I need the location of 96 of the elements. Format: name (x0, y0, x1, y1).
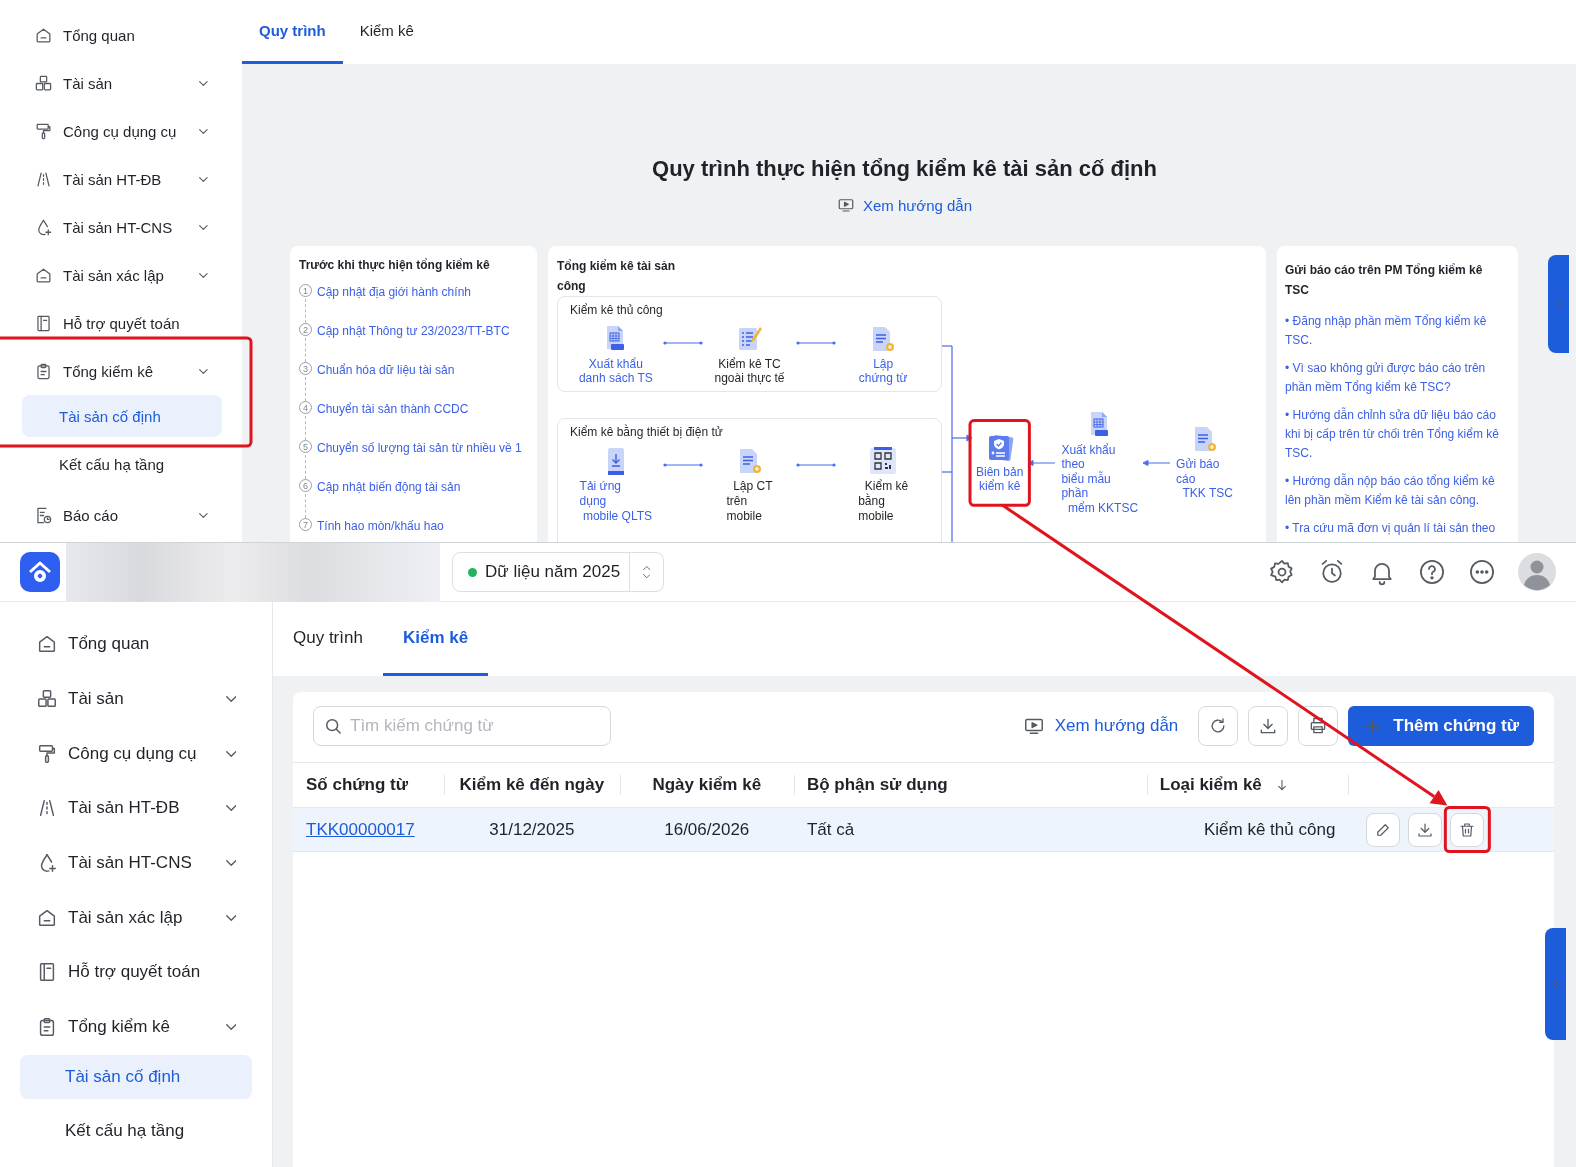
refresh-button[interactable] (1198, 706, 1239, 746)
tab[interactable]: Quy trình (293, 602, 383, 676)
video-screen-icon (836, 196, 855, 214)
paint-roller-icon (36, 742, 58, 765)
chevron-left-icon (1553, 980, 1558, 988)
step-label: Kiểm kê TC ngoài thực tế (714, 357, 785, 386)
group-title: Kiểm kê bằng thiết bị điện tử (570, 425, 724, 439)
sidebar-item[interactable]: Báo cáo (0, 491, 242, 539)
help-link[interactable]: • Hướng dẫn nộp báo cáo tổng kiểm kê lên phần mềm Kiểm kê tài sản công. (1285, 472, 1500, 510)
collapse-handle[interactable] (1545, 928, 1566, 1040)
card-title: Gửi báo cáo trên PM Tổng kiểm kê TSC (1285, 262, 1484, 299)
step-label: Kiểm kê bằng mobile (858, 479, 909, 524)
table-cell: 31/12/2025 (444, 807, 620, 852)
sidebar-item[interactable]: Hỗ trợ quyết toán (0, 945, 272, 1000)
sidebar-item[interactable]: Hỗ trợ quyết toán (0, 299, 242, 347)
clipboard-icon (34, 361, 53, 381)
submenu-item[interactable]: Kết cấu hạ tầng (22, 443, 222, 485)
sidebar-item[interactable]: Tài sản HT-ĐB (0, 781, 272, 836)
status-dot (468, 567, 477, 577)
paint-roller-icon (34, 121, 53, 141)
sidebar-item[interactable]: Tài sản (0, 59, 242, 107)
more-icon (1468, 558, 1496, 586)
column-header[interactable]: Kiểm kê đến ngày (459, 775, 605, 795)
sidebar-item[interactable]: Công cụ dụng cụ (0, 726, 272, 782)
card-title: Trước khi thực hiện tổng kiểm kê (299, 258, 491, 272)
card-title: Tổng kiểm kê tài sản công (557, 258, 677, 295)
table-cell: 16/06/2026 (619, 807, 794, 852)
step-link[interactable]: Xuất khẩu theo biểu mẫu phần mểm KKTSC (1061, 443, 1139, 515)
print-button[interactable] (1298, 706, 1339, 746)
delete-button[interactable] (1450, 812, 1485, 847)
sidebar-item[interactable]: Tài sản xác lập (0, 251, 242, 299)
avatar (1518, 553, 1556, 591)
column-header[interactable]: Loại kiểm kê (1159, 775, 1262, 795)
help-link[interactable]: • Tra cứu mã đơn vị quản lí tài sản theo (1285, 519, 1496, 538)
year-selector[interactable]: Dữ liệu năm 2025 (452, 552, 664, 592)
help-link[interactable]: • Hướng dẫn chỉnh sửa dữ liệu báo cáo khi bị cấp trên từ chối trên Tổng kiểm kê TSC. (1285, 406, 1500, 463)
step-link[interactable]: Cập nhật biến động tài sản (317, 479, 461, 495)
step-link[interactable]: Lập chứng từ (858, 357, 908, 386)
trash-icon (1458, 820, 1477, 839)
collapse-handle[interactable] (1548, 255, 1569, 353)
chevron-left-icon (1556, 300, 1561, 308)
sidebar-item[interactable]: Tài sản (0, 671, 272, 727)
column-header[interactable]: Ngày kiểm kê (652, 775, 762, 795)
sidebar-item[interactable]: Tài sản HT-ĐB (0, 155, 242, 203)
sidebar-item[interactable]: Tổng quan (0, 11, 242, 59)
search-field[interactable]: Tìm kiếm chứng từ (313, 706, 611, 746)
group-title: Kiểm kê thủ công (570, 303, 664, 317)
chevron-down-icon (642, 574, 651, 579)
step-link[interactable]: Chuyển số lượng tài sản từ nhiều về 1 (317, 440, 522, 456)
report-icon (34, 505, 53, 525)
step-link[interactable]: Biên bản kiểm kê (976, 464, 1024, 494)
table-cell: Kiểm kê thủ công (1146, 807, 1349, 852)
sidebar-item[interactable]: Tài sản HT-CNS (0, 835, 272, 891)
app-logo (20, 552, 60, 592)
download-button[interactable] (1408, 812, 1443, 847)
table-cell: Tất cả (793, 807, 1147, 852)
help-link[interactable]: • Đăng nhập phần mềm Tổng kiểm kê TSC. (1285, 312, 1500, 350)
step-link[interactable]: Chuyển tài sản thành CCDC (317, 401, 469, 417)
sidebar-item[interactable]: Tổng quan (0, 617, 272, 672)
sidebar-item[interactable]: Tổng kiểm kê (0, 347, 242, 395)
submenu-item[interactable]: Tài sản cố định (20, 1054, 252, 1099)
edit-button[interactable] (1366, 812, 1401, 847)
submenu-item[interactable]: Kết cấu hạ tầng (20, 1108, 252, 1153)
connector-line (661, 461, 704, 469)
connector-line (661, 339, 704, 347)
step-link[interactable]: Xuất khẩu danh sách TS (578, 357, 653, 386)
step-link[interactable]: Gửi báo cáo TKK TSC (1176, 457, 1233, 501)
column-header[interactable]: Bộ phận sử dụng (806, 775, 948, 795)
connector-arrow (1142, 459, 1171, 466)
qr-code-icon (869, 447, 898, 475)
help-link[interactable]: • Vì sao không gửi được báo cáo trên phần mềm Tổng kiểm kê TSC? (1285, 359, 1500, 397)
sidebar-item[interactable]: Công cụ dụng cụ (0, 107, 242, 155)
sidebar-item[interactable]: Tài sản xác lập (0, 890, 272, 946)
tab[interactable]: Kiểm kê (342, 0, 431, 64)
step-link[interactable]: Chuẩn hóa dữ liệu tài sản (317, 362, 455, 378)
add-button[interactable]: Thêm chứng từ (1348, 706, 1534, 746)
step-label: Lập CT trên mobile (726, 479, 773, 524)
book-icon (34, 313, 53, 333)
guide-link[interactable]: Xem hướng dẫn (1022, 715, 1179, 737)
step-link[interactable]: Cập nhật Thông tư 23/2023/TT-BTC (317, 323, 510, 339)
step-link[interactable]: Cập nhật địa giới hành chính (317, 284, 471, 300)
cubes-icon (34, 73, 53, 93)
sidebar-item[interactable]: Tài sản HT-CNS (0, 203, 242, 251)
sidebar-item[interactable]: Tổng kiểm kê (0, 999, 272, 1055)
help-icon (1418, 558, 1446, 586)
guide-link[interactable]: Xem hướng dẫn (836, 196, 973, 214)
connector-line (795, 339, 838, 347)
search-icon (323, 716, 343, 736)
connector-line (795, 461, 838, 469)
step-link[interactable]: Tính hao mòn/khấu hao (317, 518, 444, 534)
column-header[interactable]: Số chứng từ (306, 775, 409, 795)
page-title: Quy trình thực hiện tổng kiểm kê tài sản cố định (651, 156, 1158, 182)
chevron-up-icon (642, 565, 651, 570)
submenu-item[interactable]: Tài sản cố định (22, 395, 222, 437)
step-link[interactable]: Tải ứng dụng mobile QLTS (579, 479, 653, 524)
download-button[interactable] (1248, 706, 1289, 746)
